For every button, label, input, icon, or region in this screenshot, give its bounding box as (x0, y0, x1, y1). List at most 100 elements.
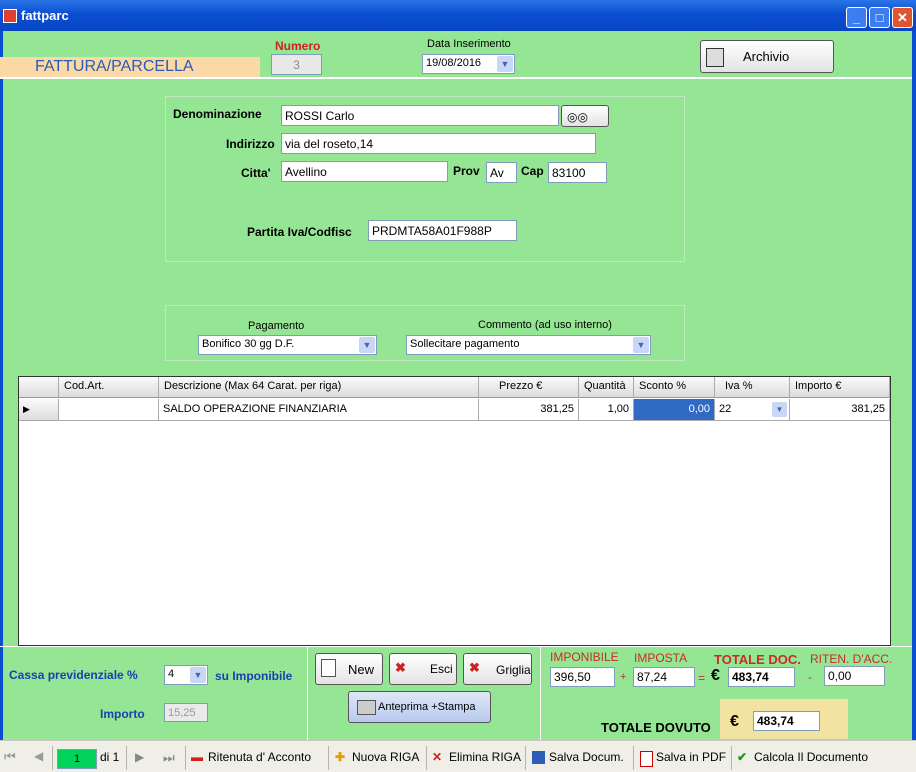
sb-separator (52, 746, 53, 770)
archive-icon (706, 48, 724, 67)
salva-pdf-button[interactable]: Salva in PDF (656, 750, 726, 764)
cell-descrizione[interactable]: SALDO OPERAZIONE FINANZIARIA (159, 399, 479, 421)
current-row-icon: ▶ (23, 404, 30, 414)
griglia-button[interactable]: ✖ Griglia (463, 653, 532, 685)
maximize-button[interactable]: □ (869, 7, 890, 28)
binoculars-icon: ◎◎ (567, 110, 588, 124)
euro-icon: € (730, 713, 739, 730)
page-number-field[interactable] (57, 749, 97, 769)
chevron-down-icon[interactable]: ▼ (497, 56, 513, 72)
cell-prezzo[interactable]: 381,25 (479, 399, 579, 421)
separator-2 (540, 646, 541, 740)
data-inserimento-picker[interactable]: 19/08/2016 ▼ (422, 54, 515, 74)
chevron-down-icon[interactable]: ▼ (633, 337, 649, 353)
previous-record-icon[interactable]: ◀ (34, 749, 43, 763)
cap-label: Cap (521, 164, 544, 178)
col-header-prezzo[interactable]: Prezzo € (479, 377, 579, 398)
totale-dovuto-box: € (720, 699, 848, 739)
ritenuta-field[interactable] (824, 666, 885, 686)
denominazione-field[interactable] (281, 105, 559, 126)
chevron-down-icon[interactable]: ▼ (772, 402, 787, 417)
cell-iva[interactable]: 22 ▼ (715, 399, 790, 421)
su-imponibile-label: su Imponibile (215, 669, 293, 683)
sb-separator (185, 746, 186, 770)
close-icon: ✖ (395, 660, 406, 675)
new-button[interactable]: New (315, 653, 383, 685)
next-record-icon[interactable]: ▶ (135, 750, 144, 764)
importo-cassa-field[interactable] (164, 703, 208, 722)
minus-sign: - (808, 670, 812, 684)
cell-quantita[interactable]: 1,00 (579, 399, 634, 421)
last-record-icon[interactable]: ⏭ (163, 750, 175, 766)
cell-importo[interactable]: 381,25 (790, 399, 890, 421)
data-inserimento-value: 19/08/2016 (426, 57, 482, 69)
esci-label: Esci (430, 662, 453, 676)
binoculars-search-button[interactable]: ◎◎ (561, 105, 609, 127)
nuova-riga-button[interactable]: Nuova RIGA (352, 750, 419, 764)
pagamento-value: Bonifico 30 gg D.F. (202, 338, 295, 350)
prov-field[interactable] (486, 162, 517, 183)
salva-documento-button[interactable]: Salva Docum. (549, 750, 624, 764)
indirizzo-field[interactable] (281, 133, 596, 154)
archivio-button[interactable]: Archivio (700, 40, 834, 73)
elimina-riga-button[interactable]: Elimina RIGA (449, 750, 521, 764)
cassa-label: Cassa previdenziale % (9, 668, 138, 682)
plus-icon: ✚ (335, 750, 346, 764)
sb-separator (731, 746, 732, 770)
col-header-sconto[interactable]: Sconto % (634, 377, 715, 398)
totale-doc-label: TOTALE DOC. (714, 652, 801, 667)
checkmark-icon: ✔ (737, 750, 748, 764)
pagamento-select[interactable]: Bonifico 30 gg D.F. ▼ (198, 335, 377, 355)
imposta-field[interactable] (633, 667, 695, 687)
anteprima-stampa-button[interactable]: Anteprima +Stampa (348, 691, 491, 723)
minus-icon: ▬ (191, 750, 203, 764)
chevron-down-icon[interactable]: ▼ (190, 667, 206, 683)
first-record-icon[interactable]: ⏮ (4, 749, 16, 765)
chevron-down-icon[interactable]: ▼ (359, 337, 375, 353)
equals-sign: = (698, 671, 706, 685)
piva-field[interactable] (368, 220, 517, 241)
totale-dovuto-field[interactable] (753, 711, 820, 731)
imponibile-field[interactable] (550, 667, 615, 687)
commento-select[interactable]: Sollecitare pagamento ▼ (406, 335, 651, 355)
grid-row-header-corner (19, 377, 59, 398)
close-button[interactable]: ✕ (892, 7, 913, 28)
binding-navigator: ⏮ ◀ di 1 ▶ ⏭ ▬ Ritenuta d' Acconto ✚ Nuo… (0, 740, 916, 772)
doc-type-banner: FATTURA/PARCELLA (0, 57, 260, 77)
citta-label: Citta' (241, 166, 271, 180)
pagamento-label: Pagamento (248, 320, 305, 332)
app-icon (3, 9, 17, 23)
sb-separator (328, 746, 329, 770)
printer-icon (357, 700, 376, 715)
esci-button[interactable]: ✖ Esci (389, 653, 457, 685)
totale-doc-field[interactable] (728, 667, 795, 687)
minimize-button[interactable]: _ (846, 7, 867, 28)
imponibile-label: IMPONIBILE (550, 650, 619, 664)
col-header-codart[interactable]: Cod.Art. (59, 377, 159, 398)
anteprima-label: Anteprima +Stampa (378, 701, 476, 713)
save-icon (532, 751, 545, 764)
row-selector[interactable]: ▶ (19, 399, 59, 421)
col-header-descrizione[interactable]: Descrizione (Max 64 Carat. per riga) (159, 377, 479, 398)
citta-field[interactable] (281, 161, 448, 182)
righe-grid[interactable]: Cod.Art. Descrizione (Max 64 Carat. per … (18, 376, 891, 646)
col-header-quantita[interactable]: Quantità (579, 377, 634, 398)
plus-sign: + (620, 671, 627, 683)
commento-value: Sollecitare pagamento (410, 338, 520, 350)
page-count-label: di 1 (100, 750, 120, 764)
ritenuta-acconto-button[interactable]: Ritenuta d' Acconto (208, 750, 311, 764)
denominazione-label: Denominazione (173, 107, 262, 121)
doc-type-label: FATTURA/PARCELLA (35, 58, 194, 75)
griglia-label: Griglia (496, 663, 531, 677)
ritenuta-acconto-label: RITEN. D'ACC. (810, 652, 893, 666)
numero-field[interactable] (271, 54, 322, 75)
window-frame-right (912, 31, 916, 772)
cell-sconto[interactable]: 0,00 (634, 399, 715, 421)
separator-1 (307, 646, 308, 740)
calcola-documento-button[interactable]: Calcola Il Documento (754, 750, 868, 764)
cell-codart[interactable] (59, 399, 159, 421)
cassa-select[interactable]: 4 ▼ (164, 665, 208, 685)
col-header-iva[interactable]: Iva % (715, 377, 790, 398)
col-header-importo[interactable]: Importo € (790, 377, 890, 398)
cap-field[interactable] (548, 162, 607, 183)
